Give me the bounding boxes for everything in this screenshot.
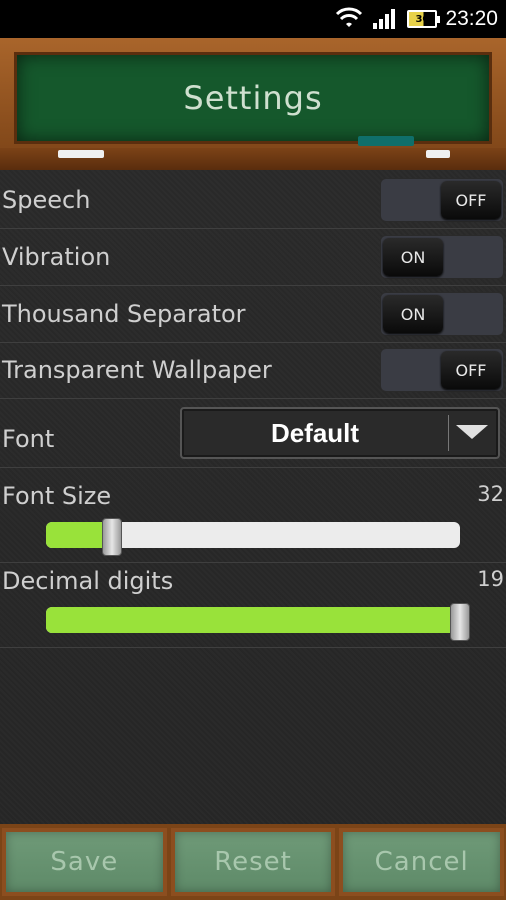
toggle-knob: ON	[383, 238, 443, 276]
chalk-piece	[426, 150, 450, 158]
signal-icon	[373, 9, 396, 29]
transparent-wallpaper-toggle[interactable]: OFF	[380, 348, 504, 392]
setting-label: Thousand Separator	[2, 300, 246, 328]
page-title: Settings	[183, 79, 323, 117]
eraser	[358, 136, 414, 146]
cancel-button[interactable]: Cancel	[339, 828, 505, 896]
thousand-separator-toggle[interactable]: ON	[380, 292, 504, 336]
font-select[interactable]: Default	[180, 407, 500, 459]
save-button[interactable]: Save	[2, 828, 167, 896]
setting-label: Speech	[2, 186, 91, 214]
setting-speech: Speech OFF	[0, 172, 506, 229]
toggle-knob: ON	[383, 295, 443, 333]
vibration-toggle[interactable]: ON	[380, 235, 504, 279]
battery-icon: 30	[407, 10, 441, 28]
slider-value: 19	[477, 567, 504, 591]
setting-label: Font	[2, 425, 55, 453]
setting-label: Font Size	[2, 482, 112, 510]
wifi-icon	[336, 7, 363, 27]
slider-fill	[46, 607, 460, 633]
speech-toggle[interactable]: OFF	[380, 178, 504, 222]
setting-thousand-separator: Thousand Separator ON	[0, 286, 506, 343]
chevron-down-icon	[456, 425, 488, 439]
font-select-value: Default	[270, 417, 360, 448]
clock: 23:20	[445, 7, 498, 30]
reset-button[interactable]: Reset	[170, 828, 336, 896]
setting-font-size: Font Size 32	[0, 478, 506, 563]
setting-label: Transparent Wallpaper	[2, 356, 272, 384]
setting-decimal-digits: Decimal digits 19	[0, 563, 506, 648]
setting-font: Font Default	[0, 399, 506, 468]
toggle-knob: OFF	[441, 351, 501, 389]
setting-vibration: Vibration ON	[0, 229, 506, 286]
dropdown-divider	[448, 415, 449, 451]
chalk-piece	[58, 150, 104, 158]
toggle-knob: OFF	[441, 181, 501, 219]
font-size-slider-thumb[interactable]	[102, 518, 123, 556]
button-bar: Save Reset Cancel	[0, 824, 506, 900]
chalkboard: Settings	[14, 52, 492, 144]
setting-label: Decimal digits	[2, 567, 174, 595]
decimal-digits-slider-thumb[interactable]	[450, 603, 470, 641]
status-bar: 30 23:20	[0, 0, 506, 38]
slider-value: 32	[477, 482, 504, 506]
setting-label: Vibration	[2, 243, 111, 271]
header-chalkboard: Settings	[0, 38, 506, 170]
decimal-digits-slider-track[interactable]	[46, 607, 460, 633]
setting-transparent-wallpaper: Transparent Wallpaper OFF	[0, 342, 506, 399]
